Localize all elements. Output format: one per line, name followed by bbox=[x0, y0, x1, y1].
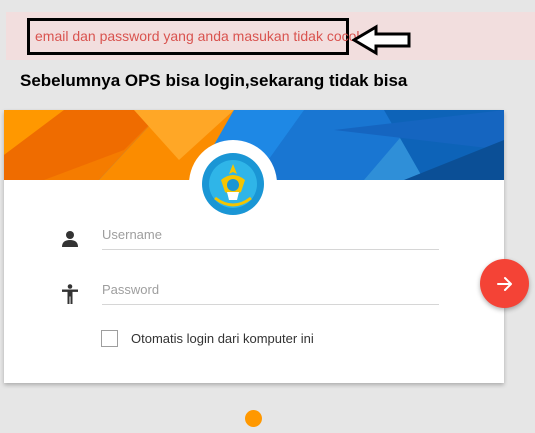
annotation-question: Sebelumnya OPS bisa login,sekarang tidak… bbox=[20, 71, 408, 90]
arrow-right-icon bbox=[496, 276, 512, 291]
login-submit-button[interactable] bbox=[480, 259, 529, 308]
remember-checkbox[interactable] bbox=[101, 330, 118, 347]
password-field[interactable] bbox=[102, 275, 439, 305]
remember-label[interactable]: Otomatis login dari komputer ini bbox=[131, 331, 314, 346]
username-input[interactable] bbox=[102, 220, 439, 249]
tut-wuri-handayani-logo bbox=[189, 140, 277, 228]
person-icon bbox=[61, 230, 79, 248]
loading-dot bbox=[245, 410, 262, 427]
left-arrow-icon bbox=[352, 24, 411, 56]
username-field[interactable] bbox=[102, 220, 439, 250]
login-card: Otomatis login dari komputer ini bbox=[4, 110, 504, 383]
accessibility-icon bbox=[61, 284, 79, 304]
password-input[interactable] bbox=[102, 275, 439, 304]
error-message: email dan password yang anda masukan tid… bbox=[27, 18, 363, 55]
